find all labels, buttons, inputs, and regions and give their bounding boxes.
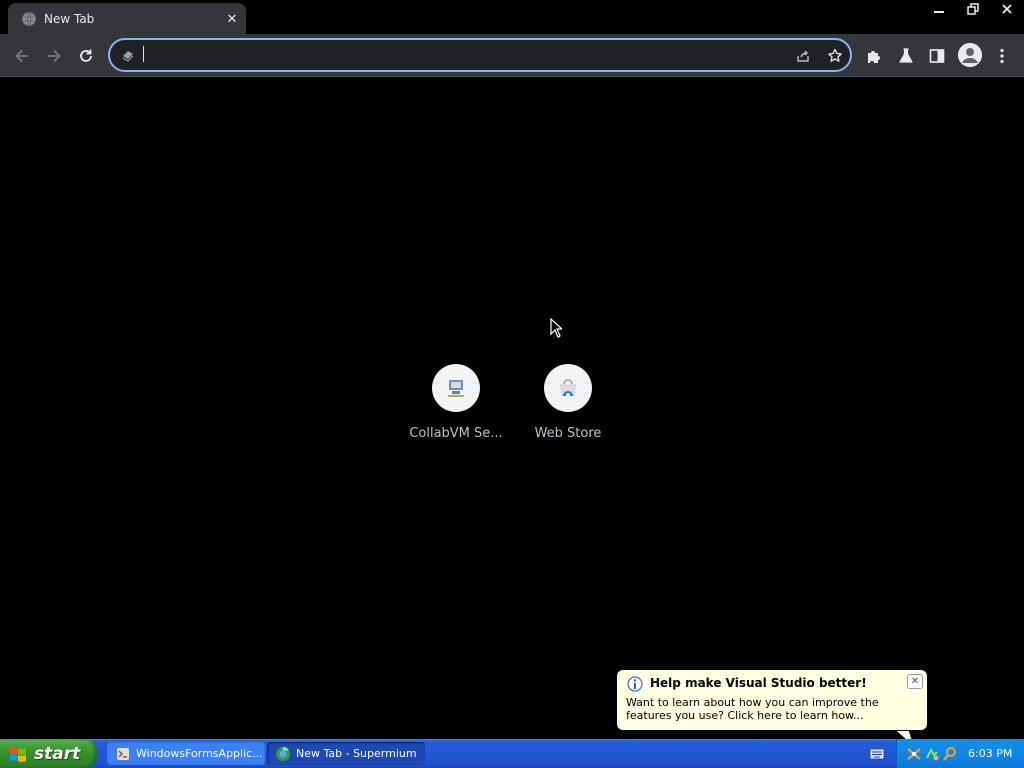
menu-button[interactable] bbox=[988, 42, 1016, 70]
close-icon bbox=[1002, 4, 1012, 14]
window-controls bbox=[922, 0, 1024, 18]
globe-icon bbox=[22, 11, 36, 26]
start-label: start bbox=[34, 743, 81, 764]
puzzle-piece-icon bbox=[868, 51, 880, 63]
visual-studio-tray-icon[interactable] bbox=[906, 746, 922, 762]
text-caret bbox=[143, 46, 144, 62]
side-panel-button[interactable] bbox=[923, 42, 951, 70]
arrow-left-icon bbox=[15, 49, 28, 63]
system-tray: 6:03 PM bbox=[896, 739, 1024, 768]
arrow-right-icon bbox=[48, 49, 61, 63]
profile-avatar-icon[interactable] bbox=[958, 43, 982, 67]
omnibox-input[interactable] bbox=[140, 44, 780, 66]
page-info-icon[interactable] bbox=[120, 47, 136, 63]
supermium-browser-icon bbox=[276, 746, 290, 761]
taskbar-item-new-tab-supermium[interactable]: New Tab - Supermium bbox=[267, 742, 425, 765]
shortcut-tile-collabvm[interactable]: CollabVM Se... bbox=[400, 364, 512, 441]
web-store-icon bbox=[560, 379, 576, 397]
shortcut-label: Web Store bbox=[534, 426, 602, 441]
minimize-icon bbox=[934, 11, 944, 13]
network-tray-icon[interactable] bbox=[924, 746, 940, 762]
restore-icon bbox=[967, 3, 979, 15]
taskbar-item-label: New Tab - Supermium bbox=[296, 747, 417, 760]
browser-toolbar bbox=[0, 34, 1024, 77]
new-tab-page: CollabVM Se... Web Store bbox=[0, 78, 1024, 739]
restore-button[interactable] bbox=[956, 0, 990, 18]
minimize-button[interactable] bbox=[922, 0, 956, 18]
tab-title: New Tab bbox=[44, 11, 95, 26]
keyboard-language-icon[interactable] bbox=[869, 747, 885, 761]
tab-strip: New Tab ✕ bbox=[0, 0, 1024, 34]
reload-icon bbox=[80, 49, 92, 62]
tab-close-icon[interactable]: ✕ bbox=[222, 9, 242, 29]
flask-icon bbox=[899, 48, 913, 63]
balloon-close-button[interactable]: ✕ bbox=[907, 674, 923, 689]
shortcut-icon-circle bbox=[544, 364, 592, 412]
extensions-button[interactable] bbox=[860, 42, 888, 70]
shortcut-tile-web-store[interactable]: Web Store bbox=[512, 364, 624, 441]
address-bar[interactable] bbox=[108, 38, 852, 72]
close-window-button[interactable] bbox=[990, 0, 1024, 18]
tab-new-tab[interactable]: New Tab ✕ bbox=[8, 3, 246, 34]
mouse-cursor-icon bbox=[550, 318, 562, 338]
labs-button[interactable] bbox=[892, 42, 920, 70]
shortcut-label: CollabVM Se... bbox=[409, 426, 503, 441]
reload-button[interactable] bbox=[72, 42, 100, 70]
more-vertical-icon bbox=[1000, 48, 1004, 64]
visual-studio-notification-balloon[interactable]: Help make Visual Studio better! ✕ Want t… bbox=[616, 669, 928, 731]
bookmark-star-icon[interactable] bbox=[824, 45, 846, 67]
collabvm-icon bbox=[448, 380, 464, 397]
clock: 6:03 PM bbox=[968, 747, 1013, 760]
balloon-title: Help make Visual Studio better! bbox=[650, 676, 867, 690]
forward-button[interactable] bbox=[40, 42, 68, 70]
back-button[interactable] bbox=[8, 42, 36, 70]
info-icon bbox=[627, 676, 643, 692]
share-icon[interactable] bbox=[792, 45, 814, 67]
start-button[interactable]: start bbox=[0, 739, 97, 768]
windows-logo-icon bbox=[10, 746, 26, 762]
balloon-message[interactable]: Want to learn about how you can improve … bbox=[626, 696, 922, 722]
taskbar-item-windowsforms[interactable]: WindowsFormsApplic... bbox=[107, 742, 265, 765]
taskbar-item-label: WindowsFormsApplic... bbox=[136, 747, 263, 760]
search-tray-icon[interactable] bbox=[942, 746, 958, 762]
visual-studio-app-icon bbox=[117, 747, 129, 760]
side-panel-icon bbox=[929, 49, 945, 63]
shortcut-icon-circle bbox=[432, 364, 480, 412]
